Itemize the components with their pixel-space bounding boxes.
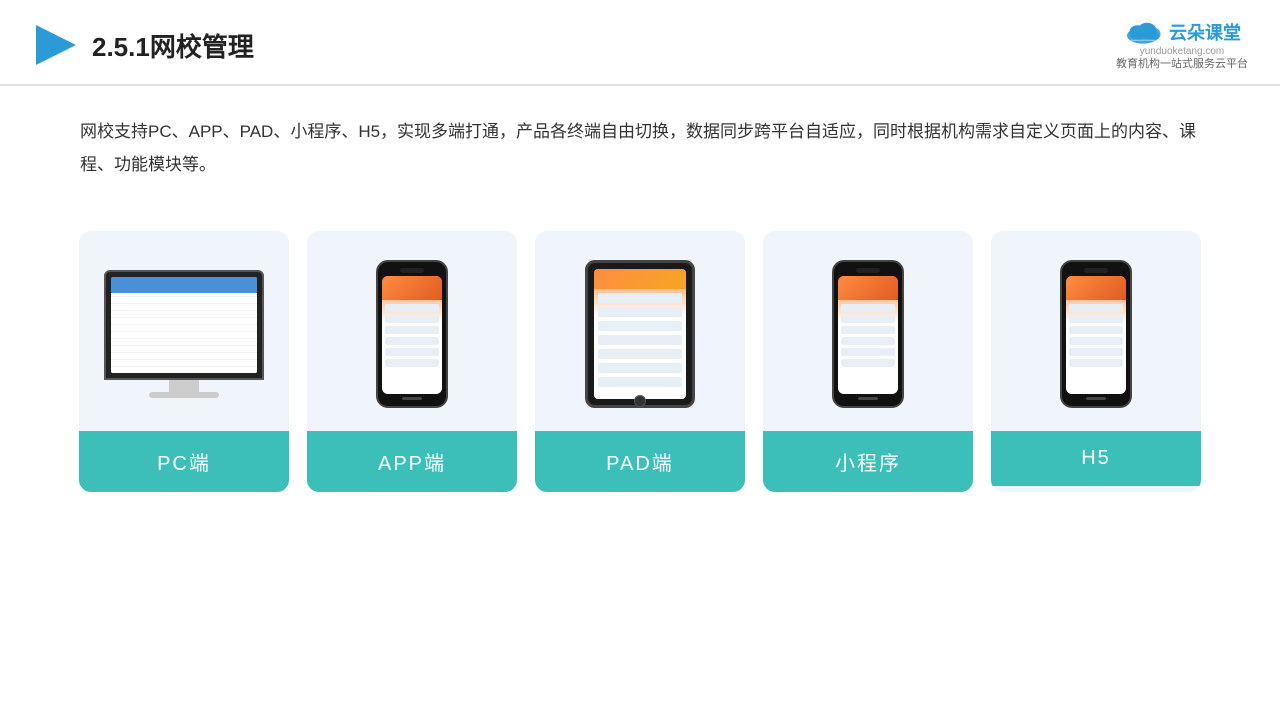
- h5row3: [1069, 326, 1123, 334]
- row5: [385, 348, 439, 356]
- row3: [385, 326, 439, 334]
- card-pc: PC端: [79, 231, 289, 492]
- card-miniprogram-image: [763, 231, 973, 431]
- phone-rows-mp: [841, 304, 895, 392]
- page-title: 2.5.1网校管理: [92, 27, 254, 64]
- trow6: [598, 363, 682, 373]
- phone-notch-mp: [856, 268, 880, 273]
- tablet-screen: [594, 269, 686, 399]
- phone-rows-h5: [1069, 304, 1123, 392]
- trow5: [598, 349, 682, 359]
- logo-area: 云朵课堂 yunduoketang.com 教育机构一站式服务云平台: [1116, 18, 1248, 72]
- card-h5-label: H5: [991, 431, 1201, 486]
- trow2: [598, 307, 682, 317]
- card-h5: H5: [991, 231, 1201, 492]
- mprow1: [841, 304, 895, 312]
- phone-notch-h5: [1084, 268, 1108, 273]
- card-pad: PAD端: [535, 231, 745, 492]
- logo-name: 云朵课堂: [1169, 19, 1241, 45]
- phone-screen-h5: [1066, 276, 1126, 394]
- phone-screen-app: [382, 276, 442, 394]
- card-miniprogram: 小程序: [763, 231, 973, 492]
- card-pad-image: [535, 231, 745, 431]
- monitor-screen-inner: [111, 277, 257, 373]
- play-icon: [32, 23, 76, 67]
- card-app: APP端: [307, 231, 517, 492]
- header-left: 2.5.1网校管理: [32, 23, 254, 67]
- h5row4: [1069, 337, 1123, 345]
- row6: [385, 359, 439, 367]
- description-content: 网校支持PC、APP、PAD、小程序、H5，实现多端打通，产品各终端自由切换，数…: [80, 122, 1196, 173]
- h5row1: [1069, 304, 1123, 312]
- mprow3: [841, 326, 895, 334]
- card-miniprogram-label: 小程序: [763, 431, 973, 492]
- phone-device-app: [376, 260, 448, 408]
- mprow2: [841, 315, 895, 323]
- phone-rows-app: [385, 304, 439, 392]
- mprow6: [841, 359, 895, 367]
- card-pc-image: [79, 231, 289, 431]
- monitor-screen-outer: [104, 270, 264, 380]
- card-app-image: [307, 231, 517, 431]
- mprow5: [841, 348, 895, 356]
- monitor-stand: [169, 380, 199, 392]
- row1: [385, 304, 439, 312]
- tablet-home: [634, 395, 646, 407]
- phone-home-mp: [858, 397, 878, 400]
- monitor-base: [149, 392, 219, 398]
- logo-cloud: 云朵课堂: [1123, 18, 1241, 46]
- card-app-label: APP端: [307, 431, 517, 492]
- h5row6: [1069, 359, 1123, 367]
- card-pc-label: PC端: [79, 431, 289, 492]
- tablet-device: [585, 260, 695, 408]
- monitor-device: [99, 270, 269, 398]
- cards-container: PC端 APP端: [0, 211, 1280, 522]
- trow1: [598, 293, 682, 303]
- tablet-rows: [598, 293, 682, 395]
- row2: [385, 315, 439, 323]
- phone-device-h5: [1060, 260, 1132, 408]
- mprow4: [841, 337, 895, 345]
- logo-url: yunduoketang.com: [1140, 46, 1225, 57]
- phone-device-mp: [832, 260, 904, 408]
- monitor-screen-content: [111, 277, 257, 373]
- row4: [385, 337, 439, 345]
- h5row5: [1069, 348, 1123, 356]
- phone-notch-app: [400, 268, 424, 273]
- trow7: [598, 377, 682, 387]
- phone-screen-mp: [838, 276, 898, 394]
- trow3: [598, 321, 682, 331]
- phone-home-app: [402, 397, 422, 400]
- card-h5-image: [991, 231, 1201, 431]
- trow4: [598, 335, 682, 345]
- header: 2.5.1网校管理 云朵课堂 yunduoketang.com 教育机构一站式服…: [0, 0, 1280, 86]
- phone-home-h5: [1086, 397, 1106, 400]
- logo-tagline: 教育机构一站式服务云平台: [1116, 57, 1248, 72]
- cloud-icon: [1123, 18, 1163, 46]
- h5row2: [1069, 315, 1123, 323]
- description-text: 网校支持PC、APP、PAD、小程序、H5，实现多端打通，产品各终端自由切换，数…: [0, 86, 1280, 201]
- card-pad-label: PAD端: [535, 431, 745, 492]
